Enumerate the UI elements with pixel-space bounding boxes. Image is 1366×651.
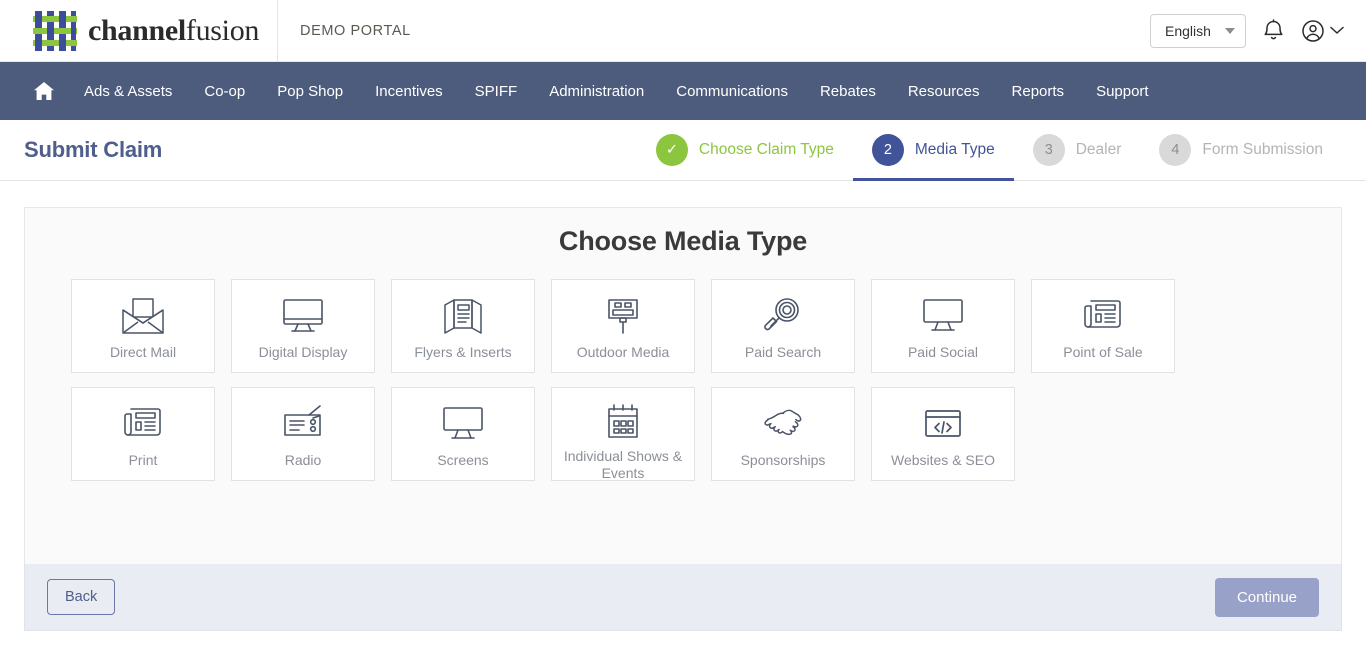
media-type-grid: Direct Mail Digital Display Flyers & Ins… <box>25 279 1341 481</box>
page-header: Submit Claim ✓ Choose Claim Type 2 Media… <box>0 120 1366 181</box>
media-card-label: Outdoor Media <box>576 344 670 360</box>
media-card-label: Point of Sale <box>1063 344 1143 360</box>
account-menu[interactable] <box>1301 19 1344 43</box>
page-title: Submit Claim <box>24 137 163 162</box>
chevron-down-icon <box>1330 26 1344 34</box>
media-card-print[interactable]: Print <box>71 387 215 481</box>
language-select[interactable]: English <box>1150 13 1246 48</box>
channelfusion-logo-icon <box>33 10 77 51</box>
nav-item-incentives[interactable]: Incentives <box>359 62 459 120</box>
chevron-down-icon <box>1225 27 1235 34</box>
nav-item-reports[interactable]: Reports <box>996 62 1081 120</box>
brand-logo[interactable]: channelfusion <box>0 0 278 62</box>
media-card-label: Radio <box>284 452 322 468</box>
nav-item-pop-shop[interactable]: Pop Shop <box>261 62 359 120</box>
media-card-websites-seo[interactable]: Websites & SEO <box>871 387 1015 481</box>
nav-item-administration[interactable]: Administration <box>533 62 660 120</box>
media-card-sponsorships[interactable]: Sponsorships <box>711 387 855 481</box>
monitor-plain-icon <box>920 294 966 338</box>
media-card-label: Flyers & Inserts <box>414 344 512 360</box>
media-card-radio[interactable]: Radio <box>231 387 375 481</box>
step-2-bullet: 2 <box>871 134 904 166</box>
nav-item-spiff[interactable]: SPIFF <box>459 62 534 120</box>
media-card-label: Paid Social <box>907 344 979 360</box>
media-card-label: Screens <box>437 452 489 468</box>
step-4-bullet: 4 <box>1159 134 1192 166</box>
nav-item-co-op[interactable]: Co-op <box>188 62 261 120</box>
nav-item-ads-assets[interactable]: Ads & Assets <box>68 62 188 120</box>
portal-title: DEMO PORTAL <box>300 22 411 39</box>
nav-item-rebates[interactable]: Rebates <box>804 62 892 120</box>
calendar-icon <box>600 402 646 442</box>
bell-icon <box>1264 19 1283 40</box>
back-button[interactable]: Back <box>47 579 116 615</box>
media-card-point-of-sale[interactable]: Point of Sale <box>1031 279 1175 373</box>
step-media-type[interactable]: 2 Media Type <box>852 120 1014 181</box>
radio-icon <box>280 402 326 446</box>
wizard-footer: Back Continue <box>24 564 1342 631</box>
nav-item-resources[interactable]: Resources <box>892 62 996 120</box>
user-circle-icon <box>1302 19 1324 42</box>
media-card-outdoor-media[interactable]: Outdoor Media <box>551 279 695 373</box>
logo-wordmark: channelfusion <box>88 13 260 47</box>
media-card-direct-mail[interactable]: Direct Mail <box>71 279 215 373</box>
top-bar-right: English <box>1150 13 1366 48</box>
main-navigation: Ads & Assets Co-op Pop Shop Incentives S… <box>0 62 1366 120</box>
step-choose-claim-type[interactable]: ✓ Choose Claim Type <box>637 120 853 181</box>
media-card-label: Direct Mail <box>109 344 177 360</box>
language-select-value: English <box>1165 22 1211 39</box>
step-dealer[interactable]: 3 Dealer <box>1014 120 1141 181</box>
monitor-plain-icon <box>440 402 486 446</box>
nav-item-communications[interactable]: Communications <box>660 62 804 120</box>
nav-item-support[interactable]: Support <box>1080 62 1165 120</box>
step-4-label: Form Submission <box>1202 141 1323 158</box>
media-card-screens[interactable]: Screens <box>391 387 535 481</box>
step-3-bullet: 3 <box>1032 134 1065 166</box>
newspaper-icon <box>1080 294 1126 338</box>
magnifier-icon <box>760 294 806 338</box>
step-form-submission[interactable]: 4 Form Submission <box>1140 120 1342 181</box>
handshake-icon <box>759 402 807 446</box>
media-card-label: Websites & SEO <box>890 452 995 468</box>
home-icon <box>34 82 54 100</box>
step-1-label: Choose Claim Type <box>698 141 834 158</box>
media-card-label: Sponsorships <box>740 452 826 468</box>
nav-item-home[interactable] <box>24 62 68 120</box>
notifications-button[interactable] <box>1263 19 1284 42</box>
media-card-label: Digital Display <box>258 344 348 360</box>
step-3-label: Dealer <box>1075 141 1122 158</box>
top-bar: channelfusion DEMO PORTAL English <box>0 0 1366 62</box>
envelope-icon <box>120 294 166 338</box>
continue-button[interactable]: Continue <box>1214 577 1319 617</box>
monitor-icon <box>280 294 326 338</box>
media-card-individual-shows-events[interactable]: Individual Shows & Events <box>551 387 695 481</box>
step-1-bullet: ✓ <box>655 134 688 166</box>
media-card-paid-search[interactable]: Paid Search <box>711 279 855 373</box>
billboard-icon <box>600 294 646 338</box>
media-card-label: Print <box>128 452 158 468</box>
panel-heading: Choose Media Type <box>558 226 808 256</box>
media-card-label: Paid Search <box>744 344 822 360</box>
media-card-label: Individual Shows & Events <box>563 448 683 481</box>
media-card-paid-social[interactable]: Paid Social <box>871 279 1015 373</box>
brochure-icon <box>440 294 486 338</box>
newspaper-icon <box>120 402 166 446</box>
media-card-digital-display[interactable]: Digital Display <box>231 279 375 373</box>
wizard-stepper: ✓ Choose Claim Type 2 Media Type 3 Deale… <box>637 120 1342 181</box>
media-card-flyers-inserts[interactable]: Flyers & Inserts <box>391 279 535 373</box>
media-type-panel: Choose Media Type Direct Mail Digital Di… <box>24 207 1342 564</box>
browser-code-icon <box>920 402 966 446</box>
step-2-label: Media Type <box>914 141 995 158</box>
